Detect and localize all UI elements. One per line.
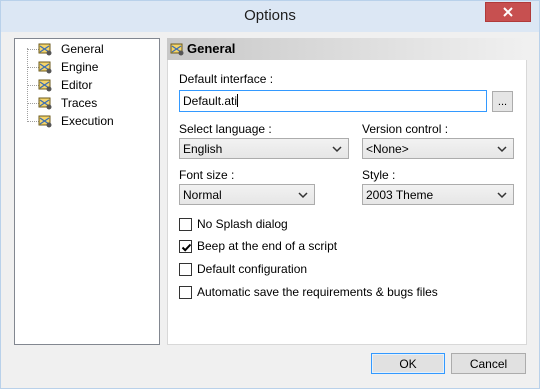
checkbox-label: Automatic save the requirements & bugs f… xyxy=(197,285,438,299)
style-label: Style : xyxy=(362,168,396,182)
tree-item-label: Execution xyxy=(61,114,114,128)
checkbox-label: Default configuration xyxy=(197,262,308,276)
checkbox-box[interactable] xyxy=(179,217,192,231)
checkbox-box[interactable] xyxy=(179,262,192,276)
execution-icon xyxy=(38,115,52,128)
font-size-select[interactable]: Normal xyxy=(179,184,315,205)
general-panel: General SOFTPEDIA® Default interface : D… xyxy=(167,38,527,345)
style-select[interactable]: 2003 Theme xyxy=(362,184,514,205)
general-icon xyxy=(38,43,52,56)
options-window: Options General Engine Editor Traces Exe… xyxy=(0,0,540,389)
tree-item-label: Engine xyxy=(61,60,99,74)
default-config-checkbox[interactable]: Default configuration xyxy=(179,261,307,277)
checkbox-box[interactable] xyxy=(179,239,192,253)
default-interface-input[interactable]: Default.ati xyxy=(179,90,487,112)
version-control-value: <None> xyxy=(366,142,409,156)
checkbox-label: Beep at the end of a script xyxy=(197,239,338,253)
checkmark-icon xyxy=(181,243,192,252)
version-control-label: Version control : xyxy=(362,122,449,136)
ok-button[interactable]: OK xyxy=(371,353,445,374)
style-value: 2003 Theme xyxy=(366,188,434,202)
tree-item-label: Traces xyxy=(61,96,98,110)
default-interface-label: Default interface : xyxy=(179,72,274,86)
language-value: English xyxy=(183,142,223,156)
close-button[interactable] xyxy=(485,2,531,22)
cancel-button[interactable]: Cancel xyxy=(451,353,526,374)
chevron-down-icon xyxy=(332,146,342,153)
font-size-value: Normal xyxy=(183,188,222,202)
version-control-select[interactable]: <None> xyxy=(362,138,514,159)
editor-icon xyxy=(38,79,52,92)
chevron-down-icon xyxy=(497,146,507,153)
settings-card: SOFTPEDIA® Default interface : Default.a… xyxy=(167,60,527,345)
beep-checkbox[interactable]: Beep at the end of a script xyxy=(179,238,337,254)
no-splash-checkbox[interactable]: No Splash dialog xyxy=(179,216,288,232)
browse-button[interactable]: ... xyxy=(492,91,513,112)
default-interface-value: Default.ati xyxy=(183,94,238,108)
checkbox-label: No Splash dialog xyxy=(197,217,288,231)
checkbox-box[interactable] xyxy=(179,285,192,299)
panel-title: General xyxy=(187,41,236,56)
traces-icon xyxy=(38,97,52,110)
close-icon xyxy=(503,7,513,17)
chevron-down-icon xyxy=(298,192,308,199)
general-icon xyxy=(170,43,184,56)
select-language-label: Select language : xyxy=(179,122,272,136)
title-bar: Options xyxy=(1,1,539,32)
auto-save-checkbox[interactable]: Automatic save the requirements & bugs f… xyxy=(179,284,438,300)
options-tree: General Engine Editor Traces Execution xyxy=(14,38,160,345)
tree-item-label: General xyxy=(59,41,106,57)
window-title: Options xyxy=(244,7,296,24)
tree-item-label: Editor xyxy=(61,78,93,92)
language-select[interactable]: English xyxy=(179,138,349,159)
engine-icon xyxy=(38,61,52,74)
chevron-down-icon xyxy=(497,192,507,199)
panel-header: General xyxy=(167,38,527,60)
font-size-label: Font size : xyxy=(179,168,235,182)
